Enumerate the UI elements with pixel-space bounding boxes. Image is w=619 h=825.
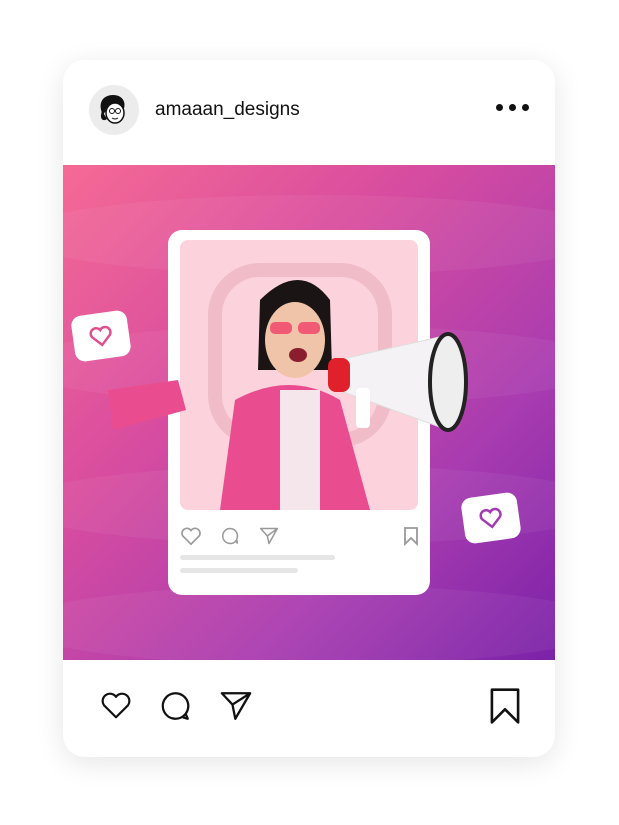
- avatar-illustration-icon: [100, 95, 125, 124]
- save-bookmark-icon[interactable]: [488, 688, 522, 724]
- heart-bubble-icon: [70, 309, 132, 363]
- bookmark-icon: [404, 527, 418, 546]
- post-image[interactable]: [63, 165, 555, 660]
- like-heart-icon[interactable]: [99, 690, 133, 720]
- more-options-icon[interactable]: [496, 104, 529, 111]
- username[interactable]: amaaan_designs: [155, 99, 300, 121]
- send-icon: [259, 527, 279, 545]
- comment-icon[interactable]: [158, 689, 192, 723]
- avatar[interactable]: [89, 85, 139, 135]
- heart-icon: [181, 527, 201, 546]
- instagram-post-card: amaaan_designs: [63, 60, 555, 757]
- comment-icon: [222, 527, 239, 545]
- pointing-arm: [108, 380, 186, 430]
- inner-post-mockup: [108, 230, 468, 595]
- megaphone-icon: [328, 332, 468, 432]
- heart-bubble-icon: [460, 491, 522, 545]
- share-send-icon[interactable]: [218, 689, 254, 723]
